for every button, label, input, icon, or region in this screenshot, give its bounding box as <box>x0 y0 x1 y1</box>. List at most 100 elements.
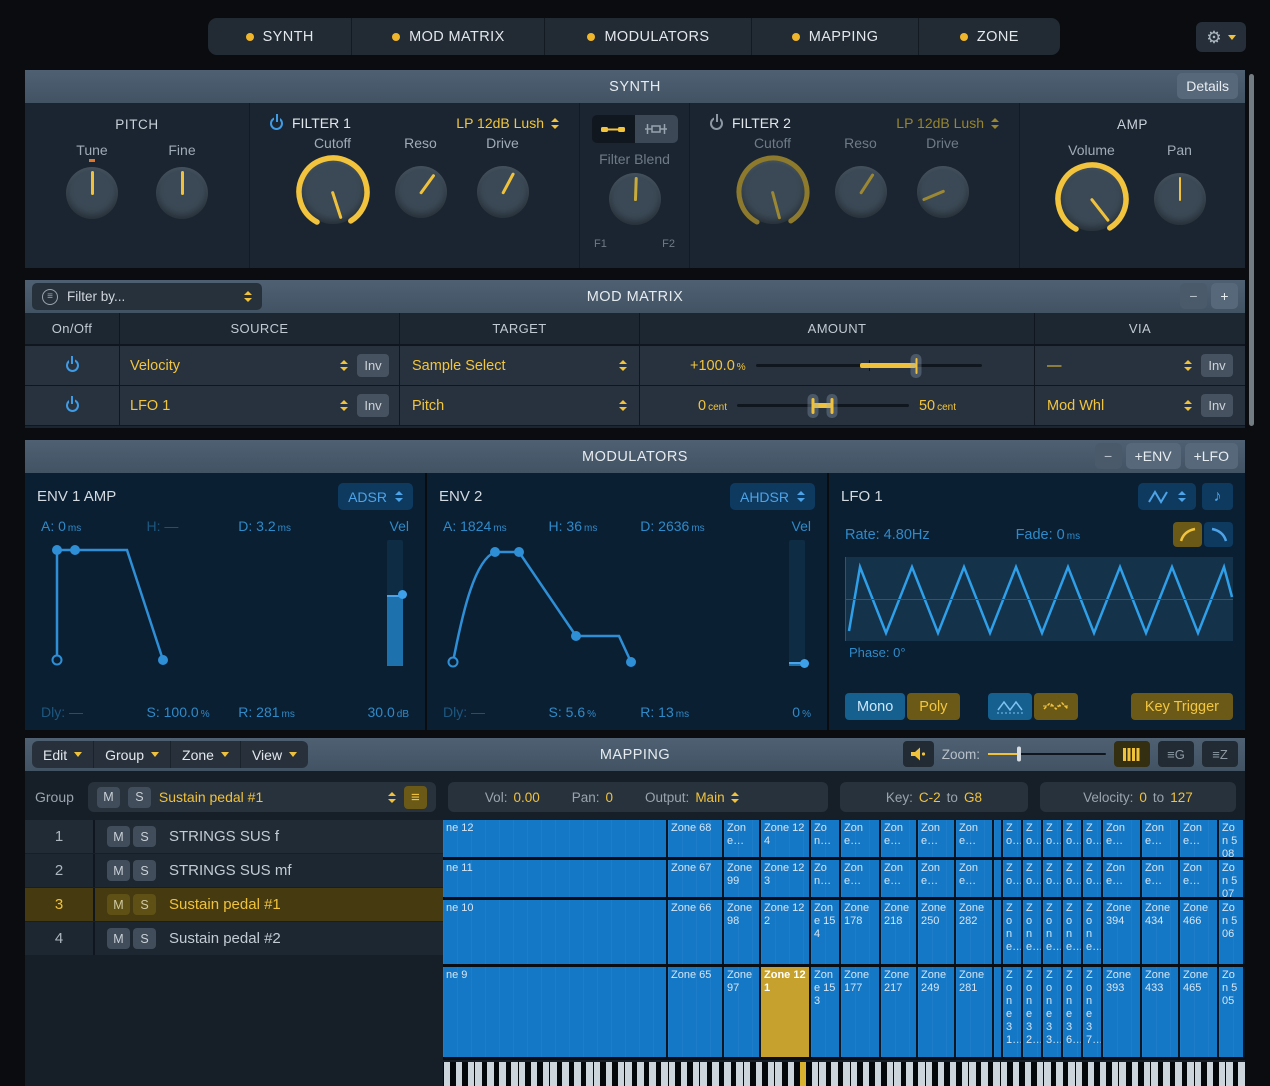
piano-key-black[interactable] <box>838 1062 843 1086</box>
filter-series-button[interactable] <box>592 115 635 143</box>
env2-vel-amount[interactable]: 0% <box>755 704 811 720</box>
env1-decay[interactable]: D: 3.2ms <box>238 518 353 534</box>
zone-cell[interactable]: Zo… <box>1003 820 1023 857</box>
zone-cell[interactable]: Zone 249 <box>918 967 956 1057</box>
piano-key-white[interactable] <box>1112 1062 1119 1086</box>
piano-key-white[interactable] <box>1175 1062 1182 1086</box>
zone-cell[interactable]: Zone 98 <box>724 900 761 964</box>
piano-key-white[interactable] <box>1044 1062 1051 1086</box>
env2-graph[interactable] <box>443 540 763 670</box>
piano-key-black[interactable] <box>581 1062 586 1086</box>
zone-cell[interactable]: Zone 123 <box>761 860 811 897</box>
solo-button[interactable]: S <box>133 826 156 847</box>
piano-key-white[interactable] <box>851 1062 858 1086</box>
fine-knob[interactable] <box>156 167 208 219</box>
audition-button[interactable] <box>903 741 934 767</box>
mute-button[interactable]: M <box>107 860 130 881</box>
zone-cell[interactable]: Zone… <box>841 860 881 897</box>
zone-cell[interactable]: Zon 505 <box>1219 967 1245 1057</box>
piano-key-white[interactable] <box>681 1062 688 1086</box>
piano-key-white[interactable] <box>1207 1062 1214 1086</box>
group-row[interactable]: 4 MS Sustain pedal #2 <box>25 922 443 955</box>
piano-key-white[interactable] <box>993 1062 1000 1086</box>
zone-cell[interactable]: Zone 466 <box>1180 900 1219 964</box>
tab-synth[interactable]: SYNTH <box>208 18 352 55</box>
piano-key-white[interactable] <box>819 1062 826 1086</box>
piano-key-white[interactable] <box>744 1062 751 1086</box>
zone-cell[interactable]: Zone… <box>724 820 761 857</box>
key-low-value[interactable]: C-2 <box>919 790 941 805</box>
filter2-drive-knob[interactable] <box>917 166 969 218</box>
lfo1-waveform-dropdown[interactable] <box>1138 483 1196 510</box>
zone-cell[interactable]: Zone 282 <box>956 900 994 964</box>
key-high-value[interactable]: G8 <box>964 790 982 805</box>
piano-key-black[interactable] <box>719 1062 724 1086</box>
zone-cell[interactable] <box>994 820 1003 857</box>
zone-cell[interactable]: Zone 66 <box>668 900 724 964</box>
piano-key-white[interactable] <box>981 1062 988 1086</box>
piano-key-black[interactable] <box>901 1062 906 1086</box>
zone-cell[interactable]: Zone 124 <box>761 820 811 857</box>
env1-vel-amount[interactable]: 30.0dB <box>353 704 409 720</box>
piano-key-black[interactable] <box>1127 1062 1132 1086</box>
zone-cell[interactable]: Zone… <box>1083 900 1103 964</box>
zone-cell[interactable]: Zone 31… <box>1003 967 1023 1057</box>
zone-cell[interactable]: Zone… <box>841 820 881 857</box>
zone-cell[interactable]: Zone… <box>1063 900 1083 964</box>
mute-button[interactable]: M <box>107 928 130 949</box>
zone-cell[interactable]: Zone 122 <box>761 900 811 964</box>
mod1-power-icon[interactable] <box>66 359 79 372</box>
zone-cell[interactable]: Zone 154 <box>811 900 841 964</box>
env1-attack[interactable]: A: 0ms <box>41 518 147 534</box>
remove-modulator-button[interactable]: − <box>1095 443 1122 469</box>
piano-key-black[interactable] <box>538 1062 543 1086</box>
slider-handle[interactable] <box>826 394 837 418</box>
piano-key-white[interactable] <box>788 1062 795 1086</box>
piano-key-white[interactable] <box>444 1062 451 1086</box>
env2-vel-slider[interactable] <box>789 540 805 666</box>
piano-key-black[interactable] <box>632 1062 637 1086</box>
volume-knob[interactable] <box>1060 167 1124 231</box>
piano-key-white[interactable] <box>1037 1062 1044 1086</box>
filter2-type-dropdown[interactable]: LP 12dB Lush <box>896 115 999 131</box>
piano-key-black[interactable] <box>676 1062 681 1086</box>
env1-delay[interactable]: Dly: — <box>41 704 147 720</box>
piano-key-black[interactable] <box>807 1062 812 1086</box>
piano-key-white[interactable] <box>1238 1062 1245 1086</box>
env2-delay[interactable]: Dly: — <box>443 704 549 720</box>
piano-key-black[interactable] <box>707 1062 712 1086</box>
solo-button[interactable]: S <box>133 894 156 915</box>
piano-key-black[interactable] <box>613 1062 618 1086</box>
piano-key-black[interactable] <box>957 1062 962 1086</box>
mod2-power-icon[interactable] <box>66 399 79 412</box>
zone-cell[interactable]: Zone 36… <box>1063 967 1083 1057</box>
zone-cell[interactable]: Zone 433 <box>1142 967 1180 1057</box>
piano-key-black[interactable] <box>1182 1062 1187 1086</box>
piano-key-white[interactable] <box>938 1062 945 1086</box>
lfo1-rate[interactable]: Rate: 4.80Hz <box>845 527 1016 543</box>
piano-key-white[interactable] <box>1219 1062 1226 1086</box>
piano-key-white[interactable] <box>618 1062 625 1086</box>
env1-hold[interactable]: H: — <box>147 518 239 534</box>
zone-cell[interactable]: Zone… <box>1142 820 1180 857</box>
piano-key-black[interactable] <box>988 1062 993 1086</box>
piano-key-black[interactable] <box>1020 1062 1025 1086</box>
piano-key-black[interactable] <box>506 1062 511 1086</box>
piano-key-white[interactable] <box>487 1062 494 1086</box>
piano-key-white[interactable] <box>875 1062 882 1086</box>
piano-key-black[interactable] <box>945 1062 950 1086</box>
piano-key-white[interactable] <box>1100 1062 1107 1086</box>
remove-modulation-button[interactable]: − <box>1180 283 1207 309</box>
zone-cell[interactable]: Zone 393 <box>1103 967 1142 1057</box>
piano-key-white[interactable] <box>456 1062 463 1086</box>
view-keyboard-button[interactable] <box>1114 741 1150 767</box>
piano-key-white[interactable] <box>736 1062 743 1086</box>
piano-key-white[interactable] <box>969 1062 976 1086</box>
mute-button[interactable]: M <box>107 826 130 847</box>
piano-key-white[interactable] <box>843 1062 850 1086</box>
piano-key-black[interactable] <box>1214 1062 1219 1086</box>
zone-cell[interactable]: Zone 394 <box>1103 900 1142 964</box>
zone-cell[interactable]: Zone… <box>918 820 956 857</box>
group-row[interactable]: 1 MS STRINGS SUS f <box>25 820 443 853</box>
lfo1-poly-button[interactable]: Poly <box>907 693 959 720</box>
